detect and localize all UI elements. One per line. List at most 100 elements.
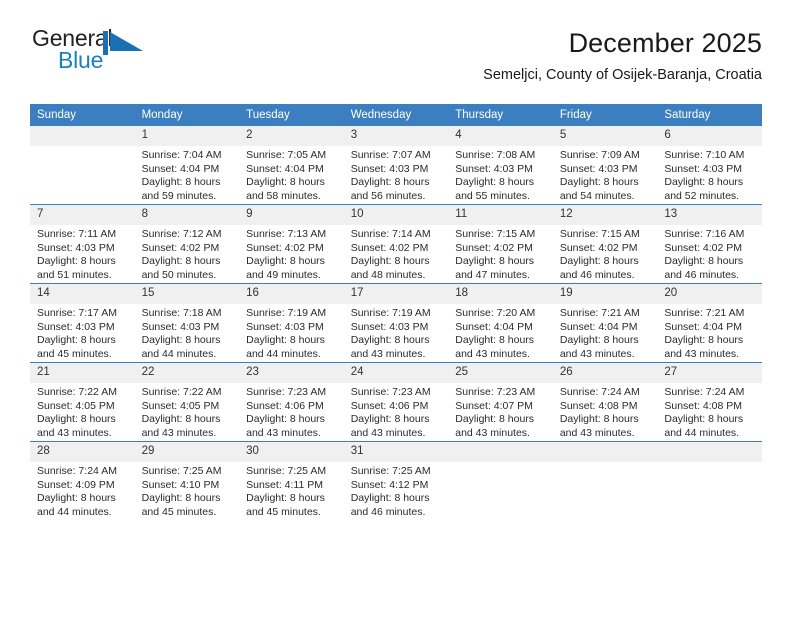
day-cell[interactable]: 12 Sunrise: 7:15 AM Sunset: 4:02 PM Dayl…: [552, 204, 658, 284]
day-cell[interactable]: 28 Sunrise: 7:24 AM Sunset: 4:09 PM Dayl…: [30, 441, 135, 520]
day-details: Sunrise: 7:07 AM Sunset: 4:03 PM Dayligh…: [344, 146, 449, 203]
sunrise-text: Sunrise: 7:24 AM: [37, 465, 117, 477]
day-number: 31: [343, 442, 449, 462]
day-cell[interactable]: 11 Sunrise: 7:15 AM Sunset: 4:02 PM Dayl…: [448, 204, 553, 284]
week-row: 1 Sunrise: 7:04 AM Sunset: 4:04 PM Dayli…: [30, 126, 762, 205]
sunset-text: Sunset: 4:03 PM: [664, 162, 743, 175]
day-cell[interactable]: 30 Sunrise: 7:25 AM Sunset: 4:11 PM Dayl…: [239, 441, 344, 520]
daylight-text-line1: Daylight: 8 hours: [559, 255, 639, 268]
day-cell[interactable]: 20 Sunrise: 7:21 AM Sunset: 4:04 PM Dayl…: [657, 283, 762, 363]
daylight-text-line1: Daylight: 8 hours: [246, 413, 325, 426]
day-cell[interactable]: 24 Sunrise: 7:23 AM Sunset: 4:06 PM Dayl…: [343, 362, 449, 442]
day-details: Sunrise: 7:21 AM Sunset: 4:04 PM Dayligh…: [553, 304, 658, 361]
day-cell[interactable]: 27 Sunrise: 7:24 AM Sunset: 4:08 PM Dayl…: [657, 362, 762, 442]
daylight-text-line1: Daylight: 8 hours: [559, 413, 639, 426]
daylight-text-line1: Daylight: 8 hours: [141, 176, 221, 189]
weekday-header-saturday: Saturday: [657, 104, 762, 126]
day-details: Sunrise: 7:12 AM Sunset: 4:02 PM Dayligh…: [135, 225, 240, 282]
daylight-text-line1: Daylight: 8 hours: [141, 255, 221, 268]
day-cell[interactable]: 3 Sunrise: 7:07 AM Sunset: 4:03 PM Dayli…: [343, 126, 449, 205]
day-cell[interactable]: 9 Sunrise: 7:13 AM Sunset: 4:02 PM Dayli…: [239, 204, 344, 284]
sunset-text: Sunset: 4:07 PM: [455, 399, 533, 412]
sunrise-text: Sunrise: 7:05 AM: [246, 149, 327, 161]
sunset-text: Sunset: 4:02 PM: [141, 241, 220, 254]
day-cell[interactable]: 29 Sunrise: 7:25 AM Sunset: 4:10 PM Dayl…: [134, 441, 240, 520]
day-details: Sunrise: 7:22 AM Sunset: 4:05 PM Dayligh…: [135, 383, 240, 440]
day-cell[interactable]: 19 Sunrise: 7:21 AM Sunset: 4:04 PM Dayl…: [552, 283, 658, 363]
day-cell[interactable]: 25 Sunrise: 7:23 AM Sunset: 4:07 PM Dayl…: [448, 362, 553, 442]
day-number: 17: [343, 284, 449, 304]
daylight-text-line1: Daylight: 8 hours: [37, 413, 116, 426]
daylight-text-line2: and 43 minutes.: [664, 347, 740, 360]
day-number: [657, 442, 762, 462]
daylight-text-line2: and 43 minutes.: [559, 426, 635, 439]
daylight-text-line2: and 47 minutes.: [455, 268, 530, 281]
day-details: Sunrise: 7:24 AM Sunset: 4:08 PM Dayligh…: [657, 383, 762, 440]
day-cell[interactable]: 23 Sunrise: 7:23 AM Sunset: 4:06 PM Dayl…: [239, 362, 344, 442]
daylight-text-line2: and 46 minutes.: [664, 268, 740, 281]
day-cell[interactable]: 16 Sunrise: 7:19 AM Sunset: 4:03 PM Dayl…: [239, 283, 344, 363]
day-number: 28: [30, 442, 135, 462]
sunrise-text: Sunrise: 7:11 AM: [37, 228, 117, 240]
daylight-text-line2: and 44 minutes.: [246, 347, 321, 360]
day-cell[interactable]: 4 Sunrise: 7:08 AM Sunset: 4:03 PM Dayli…: [448, 126, 553, 205]
daylight-text-line1: Daylight: 8 hours: [246, 492, 325, 505]
day-number: 15: [134, 284, 240, 304]
daylight-text-line1: Daylight: 8 hours: [350, 255, 430, 268]
weekday-header-tuesday: Tuesday: [239, 104, 344, 126]
day-cell[interactable]: 10 Sunrise: 7:14 AM Sunset: 4:02 PM Dayl…: [343, 204, 449, 284]
sunset-text: Sunset: 4:02 PM: [559, 241, 638, 254]
day-details: Sunrise: 7:16 AM Sunset: 4:02 PM Dayligh…: [657, 225, 762, 282]
day-cell[interactable]: 21 Sunrise: 7:22 AM Sunset: 4:05 PM Dayl…: [30, 362, 135, 442]
daylight-text-line1: Daylight: 8 hours: [141, 334, 221, 347]
sunset-text: Sunset: 4:02 PM: [246, 241, 324, 254]
day-cell[interactable]: 15 Sunrise: 7:18 AM Sunset: 4:03 PM Dayl…: [134, 283, 240, 363]
daylight-text-line1: Daylight: 8 hours: [141, 492, 221, 505]
sunrise-text: Sunrise: 7:20 AM: [455, 307, 536, 319]
daylight-text-line1: Daylight: 8 hours: [350, 492, 430, 505]
day-cell[interactable]: 7 Sunrise: 7:11 AM Sunset: 4:03 PM Dayli…: [30, 204, 135, 284]
day-cell[interactable]: 17 Sunrise: 7:19 AM Sunset: 4:03 PM Dayl…: [343, 283, 449, 363]
day-details: Sunrise: 7:19 AM Sunset: 4:03 PM Dayligh…: [239, 304, 344, 361]
day-cell[interactable]: 26 Sunrise: 7:24 AM Sunset: 4:08 PM Dayl…: [552, 362, 658, 442]
sunrise-text: Sunrise: 7:22 AM: [141, 386, 222, 398]
day-cell[interactable]: 2 Sunrise: 7:05 AM Sunset: 4:04 PM Dayli…: [239, 126, 344, 205]
day-details: Sunrise: 7:14 AM Sunset: 4:02 PM Dayligh…: [344, 225, 449, 282]
day-number: 22: [134, 363, 240, 383]
sunrise-text: Sunrise: 7:25 AM: [141, 465, 222, 477]
daylight-text-line1: Daylight: 8 hours: [455, 413, 535, 426]
daylight-text-line1: Daylight: 8 hours: [246, 334, 325, 347]
day-number: 23: [239, 363, 344, 383]
sunset-text: Sunset: 4:03 PM: [559, 162, 638, 175]
daylight-text-line1: Daylight: 8 hours: [350, 176, 430, 189]
day-number: 7: [30, 205, 135, 225]
day-details: Sunrise: 7:25 AM Sunset: 4:10 PM Dayligh…: [135, 462, 240, 519]
day-number: [30, 126, 135, 146]
daylight-text-line2: and 51 minutes.: [37, 268, 112, 281]
day-cell[interactable]: 14 Sunrise: 7:17 AM Sunset: 4:03 PM Dayl…: [30, 283, 135, 363]
day-number: 11: [448, 205, 553, 225]
day-number: 20: [657, 284, 762, 304]
daylight-text-line1: Daylight: 8 hours: [246, 176, 325, 189]
day-cell[interactable]: 5 Sunrise: 7:09 AM Sunset: 4:03 PM Dayli…: [552, 126, 658, 205]
day-cell[interactable]: 6 Sunrise: 7:10 AM Sunset: 4:03 PM Dayli…: [657, 126, 762, 205]
day-number: 24: [343, 363, 449, 383]
day-details: Sunrise: 7:24 AM Sunset: 4:08 PM Dayligh…: [553, 383, 658, 440]
day-number: 9: [239, 205, 344, 225]
weekday-header-row: Sunday Monday Tuesday Wednesday Thursday…: [30, 104, 762, 126]
day-details: Sunrise: 7:10 AM Sunset: 4:03 PM Dayligh…: [657, 146, 762, 203]
day-cell[interactable]: 22 Sunrise: 7:22 AM Sunset: 4:05 PM Dayl…: [134, 362, 240, 442]
day-cell[interactable]: 31 Sunrise: 7:25 AM Sunset: 4:12 PM Dayl…: [343, 441, 449, 520]
daylight-text-line2: and 50 minutes.: [141, 268, 217, 281]
day-details: Sunrise: 7:21 AM Sunset: 4:04 PM Dayligh…: [657, 304, 762, 361]
week-row: 28 Sunrise: 7:24 AM Sunset: 4:09 PM Dayl…: [30, 441, 762, 520]
generalblue-logo[interactable]: General Blue: [32, 26, 172, 76]
day-details: Sunrise: 7:17 AM Sunset: 4:03 PM Dayligh…: [30, 304, 135, 361]
day-cell[interactable]: 13 Sunrise: 7:16 AM Sunset: 4:02 PM Dayl…: [657, 204, 762, 284]
daylight-text-line2: and 45 minutes.: [246, 505, 321, 518]
day-cell[interactable]: 8 Sunrise: 7:12 AM Sunset: 4:02 PM Dayli…: [134, 204, 240, 284]
sunset-text: Sunset: 4:03 PM: [141, 320, 220, 333]
day-cell[interactable]: 1 Sunrise: 7:04 AM Sunset: 4:04 PM Dayli…: [134, 126, 240, 205]
day-cell[interactable]: 18 Sunrise: 7:20 AM Sunset: 4:04 PM Dayl…: [448, 283, 553, 363]
day-details: Sunrise: 7:05 AM Sunset: 4:04 PM Dayligh…: [239, 146, 344, 203]
